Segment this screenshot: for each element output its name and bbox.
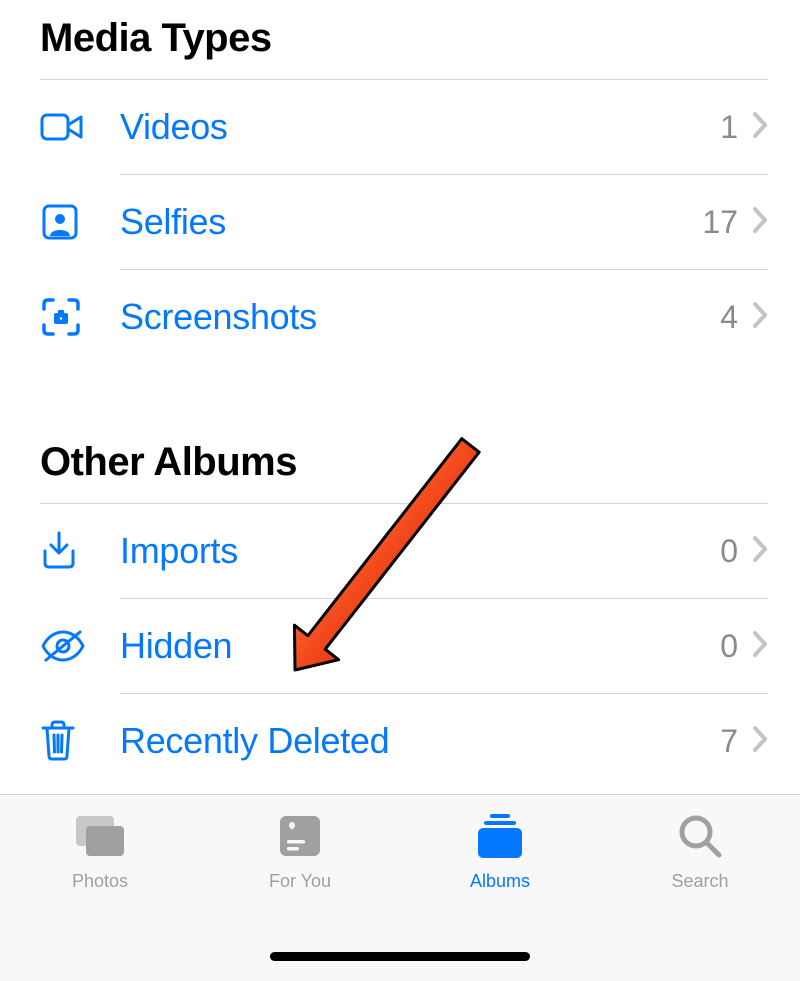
row-count: 4 [720, 299, 738, 336]
tab-label: Albums [470, 871, 530, 892]
row-label: Videos [120, 106, 720, 148]
chevron-right-icon [752, 535, 768, 568]
video-icon [40, 111, 120, 143]
row-label: Imports [120, 530, 720, 572]
row-videos[interactable]: Videos 1 [40, 80, 768, 174]
tab-search[interactable]: Search [600, 809, 800, 892]
section-title-media-types: Media Types [40, 0, 768, 79]
section-title-other-albums: Other Albums [40, 424, 768, 503]
row-imports[interactable]: Imports 0 [40, 504, 768, 598]
chevron-right-icon [752, 725, 768, 758]
row-screenshots[interactable]: Screenshots 4 [40, 270, 768, 364]
tab-for-you[interactable]: For You [200, 809, 400, 892]
row-recently-deleted[interactable]: Recently Deleted 7 [40, 694, 768, 788]
row-count: 0 [720, 533, 738, 570]
row-count: 7 [720, 723, 738, 760]
foryou-tab-icon [277, 809, 323, 863]
row-hidden[interactable]: Hidden 0 [40, 599, 768, 693]
row-count: 0 [720, 628, 738, 665]
tab-label: For You [269, 871, 331, 892]
hidden-icon [40, 628, 120, 664]
tab-label: Search [671, 871, 728, 892]
screenshot-icon [40, 296, 120, 338]
selfie-icon [40, 202, 120, 242]
row-label: Selfies [120, 201, 702, 243]
row-label: Recently Deleted [120, 720, 720, 762]
trash-icon [40, 720, 120, 762]
chevron-right-icon [752, 206, 768, 239]
albums-tab-icon [474, 809, 526, 863]
row-count: 17 [702, 204, 738, 241]
search-tab-icon [677, 809, 723, 863]
import-icon [40, 531, 120, 571]
row-label: Screenshots [120, 296, 720, 338]
photos-tab-icon [72, 809, 128, 863]
tab-label: Photos [72, 871, 128, 892]
chevron-right-icon [752, 111, 768, 144]
tabbar: Photos For You Albums [0, 794, 800, 981]
row-selfies[interactable]: Selfies 17 [40, 175, 768, 269]
row-count: 1 [720, 109, 738, 146]
chevron-right-icon [752, 630, 768, 663]
row-label: Hidden [120, 625, 720, 667]
chevron-right-icon [752, 301, 768, 334]
tab-photos[interactable]: Photos [0, 809, 200, 892]
tab-albums[interactable]: Albums [400, 809, 600, 892]
home-indicator[interactable] [270, 952, 530, 961]
section-other-albums: Other Albums Imports 0 [40, 424, 768, 788]
section-media-types: Media Types Videos 1 [40, 0, 768, 364]
